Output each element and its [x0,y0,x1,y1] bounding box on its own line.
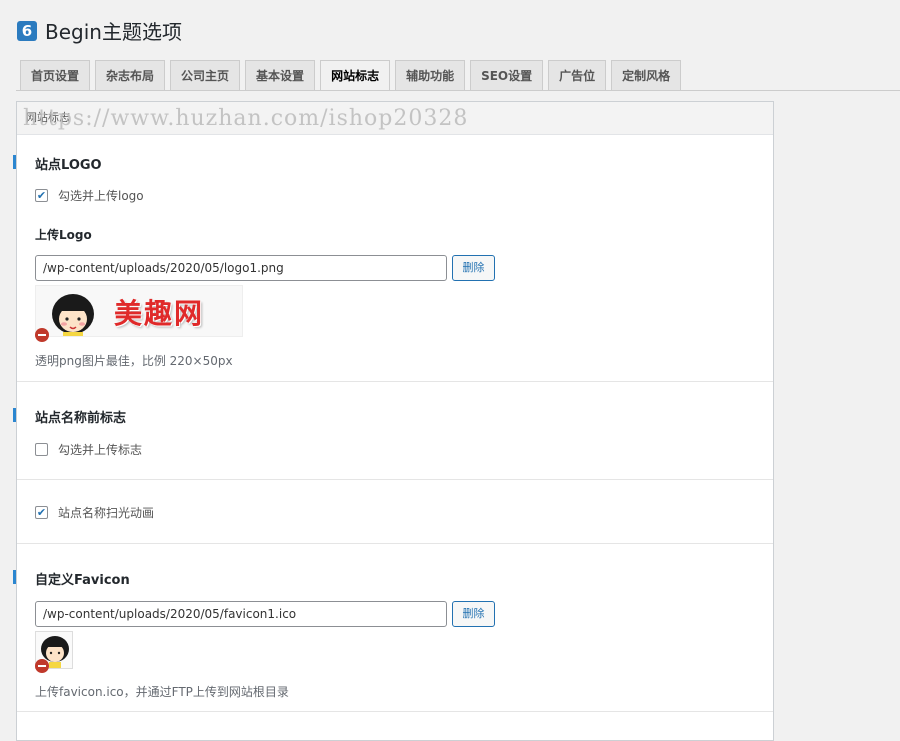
tab-magazine-layout[interactable]: 杂志布局 [95,60,166,90]
favicon-remove-icon[interactable] [35,659,49,673]
logo-upload-title: 上传Logo [35,228,92,242]
favicon-section: 自定义Favicon /wp-content/uploads/2020/05/f… [13,544,773,712]
logo-help-text: 透明png图片最佳，比例 220×50px [35,354,233,368]
logo-remove-icon[interactable] [35,328,49,342]
tab-site-logo[interactable]: 网站标志 [320,60,391,91]
checkmark-icon: ✔ [36,189,47,202]
animation-enable-checkbox[interactable]: ✔ [35,506,48,519]
logo-section-title: 站点LOGO [35,158,102,173]
logo-delete-button[interactable]: 删除 [452,255,495,281]
tab-auxiliary[interactable]: 辅助功能 [395,60,466,90]
section-marker [13,155,16,169]
options-tabs: 首页设置 杂志布局 公司主页 基本设置 网站标志 辅助功能 SEO设置 广告位 … [20,60,686,91]
logo-enable-label[interactable]: 勾选并上传logo [58,187,144,204]
prefix-section-title: 站点名称前标志 [35,411,127,426]
favicon-help-text: 上传favicon.ico，并通过FTP上传到网站根目录 [35,685,289,699]
tab-divider [16,90,900,91]
options-panel: 网站标志 https://www.huzhan.com/ishop20328 站… [13,101,774,741]
tab-ad-slots[interactable]: 广告位 [548,60,607,90]
tab-seo-settings[interactable]: SEO设置 [470,60,544,90]
tab-basic-settings[interactable]: 基本设置 [245,60,316,90]
cartoon-girl-icon [52,294,94,336]
favicon-url-input[interactable]: /wp-content/uploads/2020/05/favicon1.ico [35,601,447,627]
begin-logo-icon: 6 [17,20,37,41]
animation-enable-row: ✔ 站点名称扫光动画 [35,504,154,521]
prefix-enable-label[interactable]: 勾选并上传标志 [58,441,142,458]
panel-header: 网站标志 https://www.huzhan.com/ishop20328 [17,102,773,135]
tab-custom-style[interactable]: 定制风格 [611,60,682,90]
watermark-text: https://www.huzhan.com/ishop20328 [23,106,469,131]
checkmark-icon: ✔ [36,506,47,519]
logo-url-input[interactable]: /wp-content/uploads/2020/05/logo1.png [35,255,447,281]
prefix-enable-checkbox[interactable] [35,443,48,456]
logo-preview-text: 美趣网 [114,297,205,330]
tab-company-home[interactable]: 公司主页 [170,60,241,90]
prefix-enable-row: 勾选并上传标志 [35,441,142,458]
logo-enable-checkbox[interactable]: ✔ [35,189,48,202]
animation-section: ✔ 站点名称扫光动画 [17,480,773,544]
logo-enable-row: ✔ 勾选并上传logo [35,187,144,204]
prefix-section: 站点名称前标志 勾选并上传标志 [13,382,773,480]
favicon-section-title: 自定义Favicon [35,573,130,588]
page-title: Begin主题选项 [45,20,182,44]
logo-preview-image: 美趣网 [35,285,243,337]
page-header: 6 Begin主题选项 [17,16,182,45]
animation-enable-label[interactable]: 站点名称扫光动画 [58,504,154,521]
favicon-delete-button[interactable]: 删除 [452,601,495,627]
logo-section: 站点LOGO ✔ 勾选并上传logo 上传Logo /wp-content/up… [13,135,773,382]
tab-home-settings[interactable]: 首页设置 [20,60,91,90]
section-marker [13,408,16,422]
section-marker [13,570,16,584]
